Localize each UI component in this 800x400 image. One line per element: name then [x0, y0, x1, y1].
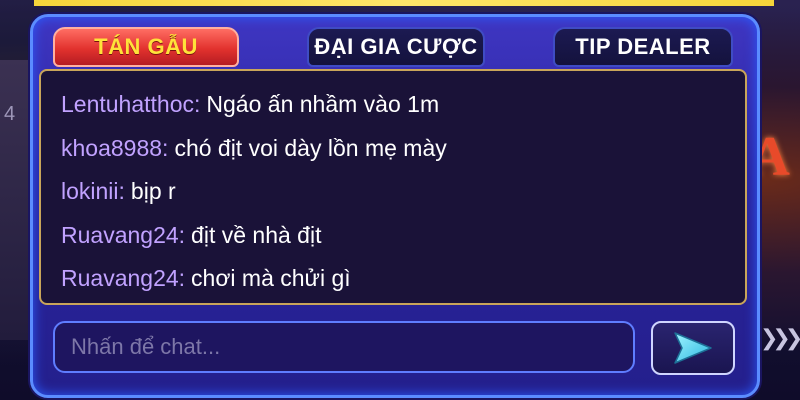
message-text: chó địt voi dày lồn mẹ mày [174, 134, 447, 161]
chat-input-row [51, 321, 741, 377]
background-right-arrows-icon: ❯❯❯ [760, 326, 800, 351]
message-username: Ruavang24 [61, 221, 179, 248]
message-username: Ruavang24 [61, 265, 179, 292]
chat-input[interactable] [53, 321, 635, 373]
chat-message: lokinii: bịp r [61, 170, 725, 214]
tab-chat[interactable]: TÁN GẪU [53, 27, 239, 67]
tab-big-bettors[interactable]: ĐẠI GIA CƯỢC [307, 27, 485, 67]
message-text: bịp r [130, 178, 176, 205]
message-text: địt về nhà địt [191, 221, 322, 248]
chat-message: Lentuhatthoc: Ngáo ấn nhầm vào 1m [61, 83, 725, 127]
chat-message-list[interactable]: Lentuhatthoc: Ngáo ấn nhầm vào 1m khoa898… [39, 69, 747, 305]
message-username: Lentuhatthoc [61, 91, 195, 118]
tab-tip-dealer[interactable]: TIP DEALER [553, 27, 733, 67]
background-top-bar [34, 0, 774, 6]
chat-message: Ruavang24: chơi mà chửi gì [61, 257, 725, 301]
send-arrow-icon [674, 332, 712, 364]
message-text: Ngáo ấn nhầm vào 1m [206, 91, 440, 118]
message-username: khoa8988 [61, 134, 163, 161]
chat-message: Ruavang24: địt về nhà địt [61, 214, 725, 258]
message-separator: : [118, 178, 125, 205]
background-left-decoration [0, 60, 32, 340]
message-separator: : [178, 221, 186, 248]
message-text: chơi mà chửi gì [191, 265, 351, 292]
background-left-number: 4 [4, 103, 16, 125]
chat-message: khoa8988: chó địt voi dày lồn mẹ mày [61, 127, 725, 171]
message-separator: : [162, 134, 169, 161]
chat-panel: TÁN GẪU ĐẠI GIA CƯỢC TIP DEALER Lentuhat… [30, 14, 760, 398]
send-button[interactable] [651, 321, 735, 375]
message-separator: : [178, 265, 186, 292]
message-username: lokinii [61, 178, 119, 205]
chat-tabs: TÁN GẪU ĐẠI GIA CƯỢC TIP DEALER [51, 23, 741, 67]
message-separator: : [194, 91, 201, 118]
